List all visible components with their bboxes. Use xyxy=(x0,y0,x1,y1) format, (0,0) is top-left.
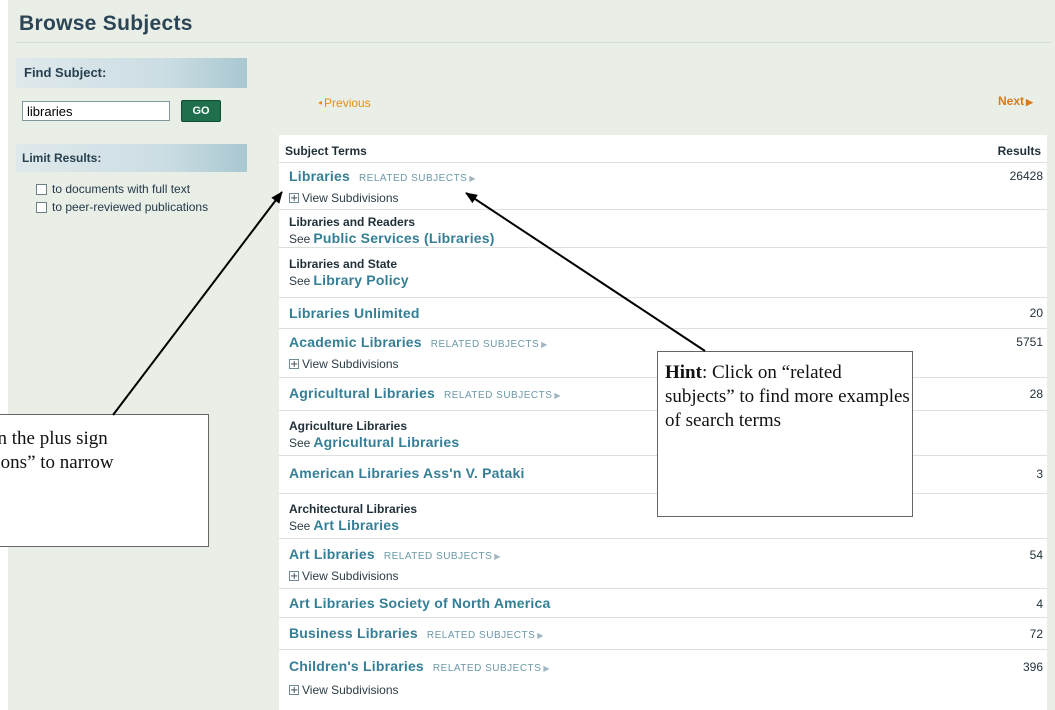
see-reference-link[interactable]: Art Libraries xyxy=(313,517,399,533)
plus-expand-icon[interactable]: + xyxy=(289,359,299,370)
subject-term-link[interactable]: Children's Libraries RELATED SUBJECTS ▶ xyxy=(289,658,550,674)
related-arrow-icon: ▶ xyxy=(537,631,544,640)
previous-arrow-icon: ◂ xyxy=(318,98,323,107)
previous-link[interactable]: ◂ Previous xyxy=(318,96,371,110)
hint-text: Hint: Click on “related subjects” to fin… xyxy=(665,362,910,431)
table-row: Libraries Unlimited 20 xyxy=(279,298,1047,329)
previous-label: Previous xyxy=(324,96,371,110)
full-text-checkbox[interactable] xyxy=(36,183,47,195)
related-arrow-icon: ▶ xyxy=(543,664,550,673)
find-subject-heading: Find Subject: xyxy=(16,58,247,88)
related-arrow-icon: ▶ xyxy=(469,174,476,183)
related-subjects-link[interactable]: RELATED SUBJECTS ▶ xyxy=(427,630,544,641)
table-row: Children's Libraries RELATED SUBJECTS ▶ 39… xyxy=(279,650,1047,700)
find-subject-row: GO xyxy=(16,88,247,144)
table-row: Art Libraries RELATED SUBJECTS ▶ 54 + View … xyxy=(279,539,1047,589)
plus-expand-icon[interactable]: + xyxy=(289,685,299,696)
go-button[interactable]: GO xyxy=(181,100,221,122)
result-count: 54 xyxy=(1029,548,1043,562)
see-reference-heading: Architectural Libraries xyxy=(289,502,418,516)
results-count-header: Results xyxy=(997,144,1041,158)
table-row: Art Libraries Society of North America 4 xyxy=(279,589,1047,618)
plus-expand-icon[interactable]: + xyxy=(289,193,299,204)
subject-term-link[interactable]: Academic Libraries RELATED SUBJECTS ▶ xyxy=(289,334,548,350)
see-reference-heading: Libraries and Readers xyxy=(289,215,416,229)
view-subdivisions-toggle[interactable]: + View Subdivisions xyxy=(289,683,399,697)
view-subdivisions-toggle[interactable]: + View Subdivisions xyxy=(289,191,399,205)
result-count: 4 xyxy=(1036,597,1043,611)
peer-reviewed-checkbox[interactable] xyxy=(36,201,47,213)
see-reference: See Library Policy xyxy=(289,272,409,288)
table-row: Business Libraries RELATED SUBJECTS ▶ 72 xyxy=(279,618,1047,650)
limit-full-text-label: to documents with full text xyxy=(52,182,191,196)
related-subjects-link[interactable]: RELATED SUBJECTS ▶ xyxy=(433,663,550,674)
result-count: 28 xyxy=(1029,387,1043,401)
view-subdivisions-toggle[interactable]: + View Subdivisions xyxy=(289,569,399,583)
subdivisions-callout: on the plus signsions” to narrow xyxy=(0,414,209,547)
result-count: 20 xyxy=(1029,306,1043,320)
page-title: Browse Subjects xyxy=(19,12,193,35)
sidebar: Find Subject: GO Limit Results: to docum… xyxy=(16,58,247,216)
see-reference: See Public Services (Libraries) xyxy=(289,230,495,246)
result-count: 26428 xyxy=(1009,169,1043,183)
limit-list: to documents with full text to peer-revi… xyxy=(16,172,247,216)
see-reference-link[interactable]: Library Policy xyxy=(313,272,408,288)
hint-callout: Hint: Click on “related subjects” to fin… xyxy=(657,351,913,517)
limit-full-text[interactable]: to documents with full text xyxy=(16,180,247,198)
related-arrow-icon: ▶ xyxy=(541,340,548,349)
see-reference-heading: Libraries and State xyxy=(289,257,398,271)
subject-term-link[interactable]: American Libraries Ass'n V. Pataki xyxy=(289,465,525,481)
see-reference: See Agricultural Libraries xyxy=(289,434,460,450)
results-header: Subject Terms Results xyxy=(279,135,1047,163)
subject-search-input[interactable] xyxy=(22,101,170,121)
see-reference-link[interactable]: Public Services (Libraries) xyxy=(313,230,494,246)
subject-terms-header: Subject Terms xyxy=(285,144,367,158)
see-reference: See Art Libraries xyxy=(289,517,400,533)
related-subjects-link[interactable]: RELATED SUBJECTS ▶ xyxy=(431,339,548,350)
subdivisions-callout-text: on the plus signsions” to narrow xyxy=(0,428,114,473)
plus-expand-icon[interactable]: + xyxy=(289,571,299,582)
subject-term-link[interactable]: Libraries Unlimited xyxy=(289,305,420,321)
result-count: 3 xyxy=(1036,467,1043,481)
title-divider xyxy=(16,42,1051,43)
see-reference-link[interactable]: Agricultural Libraries xyxy=(313,434,459,450)
related-arrow-icon: ▶ xyxy=(494,552,501,561)
related-subjects-link[interactable]: RELATED SUBJECTS ▶ xyxy=(444,390,561,401)
subject-term-link[interactable]: Agricultural Libraries RELATED SUBJECTS ▶ xyxy=(289,385,561,401)
related-subjects-link[interactable]: RELATED SUBJECTS ▶ xyxy=(359,173,476,184)
table-row: Libraries and State See Library Policy xyxy=(279,248,1047,298)
limit-peer-reviewed[interactable]: to peer-reviewed publications xyxy=(16,198,247,216)
related-arrow-icon: ▶ xyxy=(554,391,562,400)
subject-term-link[interactable]: Business Libraries RELATED SUBJECTS ▶ xyxy=(289,625,544,641)
subject-term-link[interactable]: Art Libraries Society of North America xyxy=(289,595,550,611)
see-reference-heading: Agriculture Libraries xyxy=(289,419,408,433)
related-subjects-link[interactable]: RELATED SUBJECTS ▶ xyxy=(384,551,501,562)
result-count: 72 xyxy=(1029,627,1043,641)
subject-term-link[interactable]: Art Libraries RELATED SUBJECTS ▶ xyxy=(289,546,501,562)
result-count: 396 xyxy=(1022,660,1043,674)
next-label: Next xyxy=(998,94,1025,108)
limit-peer-reviewed-label: to peer-reviewed publications xyxy=(52,200,209,214)
result-count: 5751 xyxy=(1016,335,1043,349)
limit-results-heading: Limit Results: xyxy=(16,144,247,172)
table-row: Libraries RELATED SUBJECTS ▶ 26428 + View S… xyxy=(279,163,1047,210)
next-arrow-icon: ▶ xyxy=(1026,97,1033,107)
next-link[interactable]: Next ▶ xyxy=(998,94,1033,108)
view-subdivisions-toggle[interactable]: + View Subdivisions xyxy=(289,357,399,371)
table-row: Libraries and Readers See Public Services… xyxy=(279,210,1047,248)
subject-term-link[interactable]: Libraries RELATED SUBJECTS ▶ xyxy=(289,168,476,184)
browse-subjects-page: Browse Subjects Find Subject: GO Limit R… xyxy=(8,0,1055,710)
